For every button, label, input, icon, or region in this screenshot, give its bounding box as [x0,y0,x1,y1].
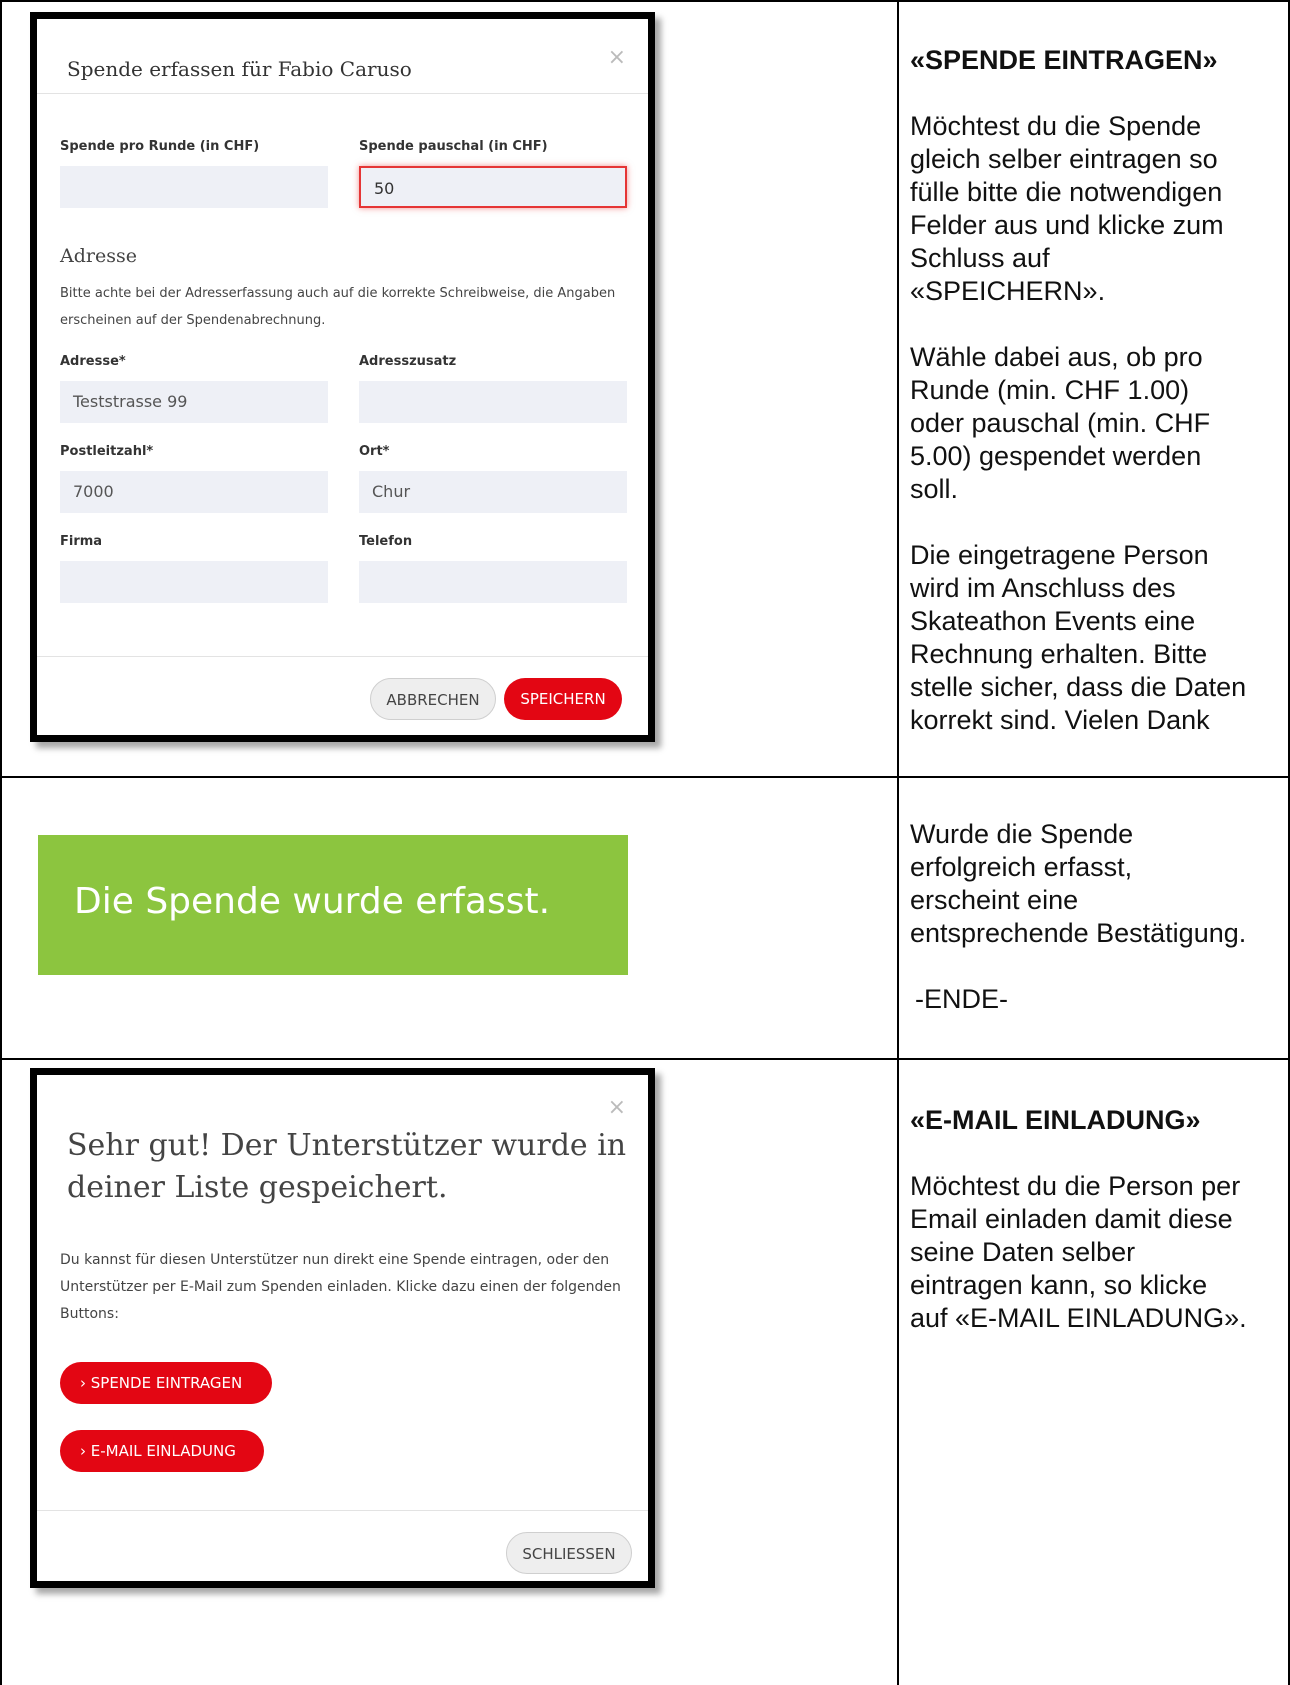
row1-instructions: «SPENDE EINTRAGEN» Möchtest du die Spend… [910,44,1280,770]
lump-sum-input[interactable]: 50 [359,166,627,208]
footer-divider [37,1510,648,1511]
row1-paragraph-2: Wähle dabei aus, ob pro Runde (min. CHF … [910,342,1211,504]
header-divider [37,93,648,94]
row1-paragraph-1: Möchtest du die Spende gleich selber ein… [910,111,1224,306]
row3-paragraph-1: Möchtest du die Person per Email einlade… [910,1171,1247,1333]
city-input[interactable]: Chur [359,471,627,513]
row1-heading: «SPENDE EINTRAGEN» [910,45,1218,75]
row2-paragraph-2: -ENDE- [915,984,1008,1014]
address-heading: Adresse [60,245,137,267]
city-label: Ort* [359,444,390,459]
company-label: Firma [60,534,103,549]
row3-instructions: «E-MAIL EINLADUNG» Möchtest du die Perso… [910,1104,1285,1368]
zip-label: Postleitzahl* [60,444,154,459]
supporter-saved-modal: × Sehr gut! Der Unterstützer wurde in de… [30,1068,655,1588]
address-extra-input[interactable] [359,381,627,423]
lump-sum-label: Spende pauschal (in CHF) [359,139,548,154]
table-row-divider-1 [0,776,1290,778]
success-message: Die Spende wurde erfasst. [74,881,551,922]
table-border-middle [897,0,899,1685]
table-border-left [0,0,2,1685]
table-row-divider-2 [0,1058,1290,1060]
email-invite-button[interactable]: › E-MAIL EINLADUNG [60,1430,264,1472]
footer-divider [37,656,648,657]
cancel-button[interactable]: ABBRECHEN [370,678,496,720]
modal-title: Spende erfassen für Fabio Caruso [67,57,412,81]
donation-form-modal: Spende erfassen für Fabio Caruso × Spend… [30,12,655,742]
phone-label: Telefon [359,534,413,549]
phone-input[interactable] [359,561,627,603]
per-round-label: Spende pro Runde (in CHF) [60,139,260,154]
table-border-top [0,0,1290,2]
address-help-text: Bitte achte bei der Adresserfassung auch… [60,286,616,328]
company-input[interactable] [60,561,328,603]
close-icon[interactable]: × [608,1095,626,1120]
row1-paragraph-3: Die eingetragene Person wird im Anschlus… [910,540,1247,735]
address-extra-label: Adresszusatz [359,354,457,369]
row2-paragraph-1: Wurde die Spende erfolgreich erfasst, er… [910,819,1247,948]
donate-button[interactable]: › SPENDE EINTRAGEN [60,1362,272,1404]
success-heading: Sehr gut! Der Unterstützer wurde in dein… [67,1128,627,1205]
close-button[interactable]: SCHLIESSEN [506,1532,632,1574]
per-round-input[interactable] [60,166,328,208]
row2-instructions: Wurde die Spende erfolgreich erfasst, er… [910,818,1280,1049]
success-banner: Die Spende wurde erfasst. [38,835,628,975]
supporter-body-text: Du kannst für diesen Unterstützer nun di… [60,1252,621,1322]
street-label: Adresse* [60,354,126,369]
street-input[interactable]: Teststrasse 99 [60,381,328,423]
close-icon[interactable]: × [608,45,626,70]
row3-heading: «E-MAIL EINLADUNG» [910,1105,1201,1135]
save-button[interactable]: SPEICHERN [504,678,622,720]
zip-input[interactable]: 7000 [60,471,328,513]
